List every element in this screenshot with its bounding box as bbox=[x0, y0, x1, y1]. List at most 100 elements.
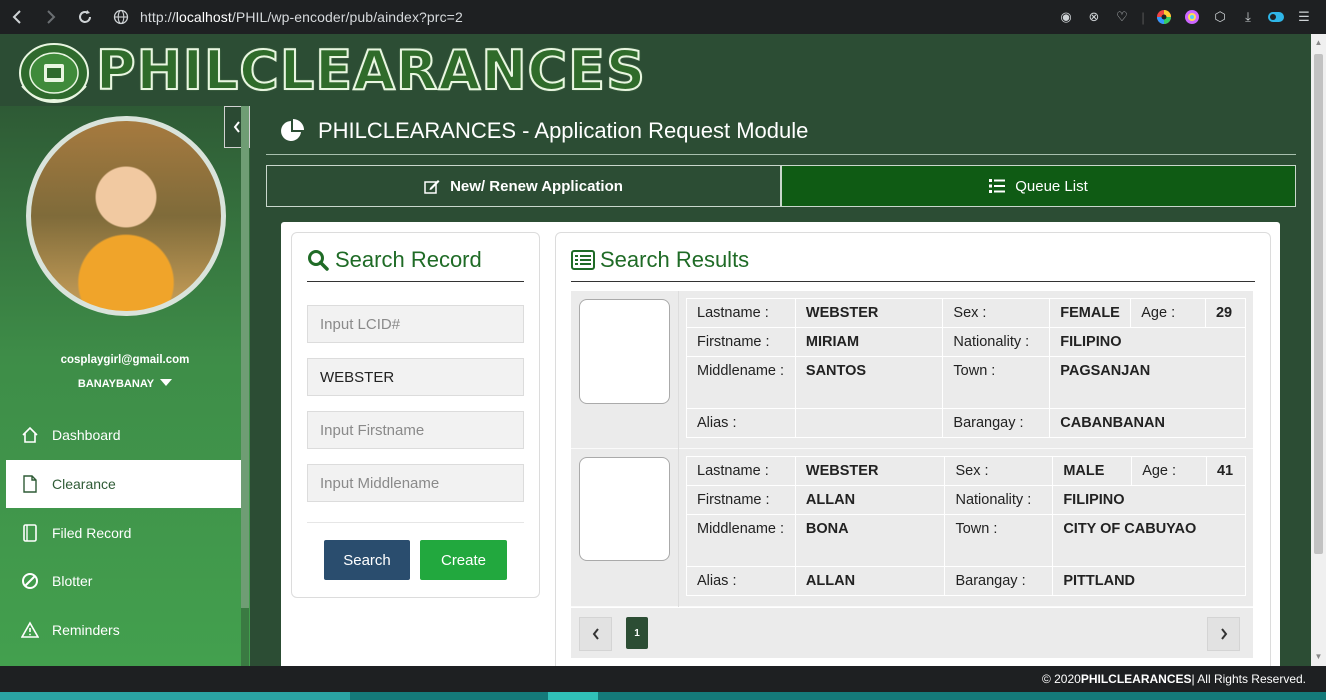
record-info-table: Lastname : WEBSTER Sex : FEMALE Age : 29… bbox=[686, 298, 1247, 438]
divider bbox=[266, 154, 1296, 155]
taskbar-segment bbox=[548, 692, 598, 700]
sidebar-scrollbar[interactable] bbox=[241, 106, 249, 666]
nationality-value: FILIPINO bbox=[1049, 327, 1246, 357]
middlename-label: Middlename : bbox=[686, 356, 796, 409]
footer-prefix: © 2020 bbox=[1041, 672, 1081, 686]
forward-icon[interactable] bbox=[34, 0, 68, 34]
alias-value bbox=[794, 408, 944, 438]
middlename-value: BONA bbox=[794, 514, 946, 567]
page-number-button[interactable]: 1 bbox=[626, 617, 648, 649]
barangay-value: PITTLAND bbox=[1052, 566, 1246, 596]
nationality-value: FILIPINO bbox=[1052, 485, 1246, 515]
sidebar-item-clearance[interactable]: Clearance bbox=[6, 460, 242, 508]
lastname-input[interactable]: WEBSTER bbox=[307, 358, 524, 396]
heart-icon[interactable]: ♡ bbox=[1114, 9, 1130, 25]
firstname-label: Firstname : bbox=[686, 327, 796, 357]
scrollbar-thumb[interactable] bbox=[1314, 54, 1323, 554]
age-label: Age : bbox=[1131, 456, 1207, 486]
sidebar-item-label: Clearance bbox=[52, 476, 116, 492]
alias-label: Alias : bbox=[686, 566, 796, 596]
tab-label: Queue List bbox=[1015, 177, 1088, 195]
footer: © 2020 PHILCLEARANCES | All Rights Reser… bbox=[0, 666, 1326, 692]
sidebar-item-blotter[interactable]: Blotter bbox=[6, 557, 242, 605]
user-menu[interactable]: BANAYBANAY bbox=[0, 378, 250, 390]
tab-new-renew-application[interactable]: New/ Renew Application bbox=[266, 165, 781, 207]
menu-icon[interactable]: ☰ bbox=[1296, 9, 1312, 25]
chevron-left-icon bbox=[592, 628, 599, 640]
sidebar-scrollbar-thumb[interactable] bbox=[241, 106, 249, 608]
main-content: PHILCLEARANCES - Application Request Mod… bbox=[250, 106, 1311, 692]
sidebar-item-label: Reminders bbox=[52, 622, 120, 638]
barangay-label: Barangay : bbox=[942, 408, 1051, 438]
shield-icon[interactable]: ⊗ bbox=[1086, 9, 1102, 25]
age-value: 41 bbox=[1205, 456, 1247, 486]
username: BANAYBANAY bbox=[77, 378, 155, 390]
tab-queue-list[interactable]: Queue List bbox=[781, 165, 1296, 207]
lastname-label: Lastname : bbox=[686, 456, 796, 486]
search-button[interactable]: Search bbox=[324, 540, 410, 580]
town-label: Town : bbox=[942, 356, 1051, 409]
book-icon bbox=[20, 523, 40, 543]
town-label: Town : bbox=[944, 514, 1054, 567]
footer-suffix: | All Rights Reserved. bbox=[1191, 672, 1307, 686]
sex-value: FEMALE bbox=[1049, 298, 1132, 328]
scroll-up-icon[interactable]: ▲ bbox=[1314, 38, 1323, 48]
divider bbox=[571, 281, 1255, 282]
page-title-row: PHILCLEARANCES - Application Request Mod… bbox=[280, 118, 808, 144]
palette-icon[interactable] bbox=[1184, 9, 1200, 25]
age-label: Age : bbox=[1130, 298, 1206, 328]
sex-value: MALE bbox=[1052, 456, 1133, 486]
divider bbox=[307, 522, 524, 523]
alias-value: ALLAN bbox=[794, 566, 946, 596]
divider bbox=[307, 281, 524, 282]
middlename-input[interactable]: Input Middlename bbox=[307, 464, 524, 502]
tab-label: New/ Renew Application bbox=[450, 177, 623, 195]
town-value: CITY OF CABUYAO bbox=[1052, 514, 1246, 567]
firstname-input[interactable]: Input Firstname bbox=[307, 411, 524, 449]
barangay-label: Barangay : bbox=[944, 566, 1054, 596]
lastname-label: Lastname : bbox=[686, 298, 796, 328]
seal-logo-icon bbox=[16, 42, 92, 104]
create-button[interactable]: Create bbox=[420, 540, 507, 580]
footer-brand: PHILCLEARANCES bbox=[1080, 672, 1192, 686]
nationality-label: Nationality : bbox=[944, 485, 1054, 515]
address-bar[interactable]: http://localhost/PHIL/wp-encoder/pub/ain… bbox=[140, 9, 463, 25]
back-icon[interactable] bbox=[0, 0, 34, 34]
sex-label: Sex : bbox=[944, 456, 1054, 486]
color-wheel-icon[interactable] bbox=[1156, 9, 1172, 25]
lastname-value: WEBSTER bbox=[794, 456, 946, 486]
card-title-text: Search Record bbox=[335, 247, 482, 272]
alias-label: Alias : bbox=[686, 408, 796, 438]
person-photo bbox=[579, 299, 670, 404]
search-icon bbox=[308, 250, 329, 271]
nationality-label: Nationality : bbox=[942, 327, 1051, 357]
page-scrollbar[interactable]: ▲ ▼ bbox=[1311, 34, 1326, 666]
toggle-icon[interactable] bbox=[1268, 9, 1284, 25]
separator: | bbox=[1141, 9, 1145, 25]
result-row[interactable]: Lastname : WEBSTER Sex : FEMALE Age : 29… bbox=[571, 291, 1253, 449]
lcid-input[interactable]: Input LCID# bbox=[307, 305, 524, 343]
prev-page-button[interactable] bbox=[579, 617, 612, 651]
scroll-down-icon[interactable]: ▼ bbox=[1314, 652, 1323, 662]
reload-icon[interactable] bbox=[68, 0, 102, 34]
download-icon[interactable]: ⤓ bbox=[1240, 9, 1256, 25]
sidebar-item-filed-record[interactable]: Filed Record bbox=[6, 509, 242, 557]
middlename-label: Middlename : bbox=[686, 514, 796, 567]
next-page-button[interactable] bbox=[1207, 617, 1240, 651]
camera-icon[interactable]: ◉ bbox=[1058, 9, 1074, 25]
list-alt-icon bbox=[571, 250, 595, 270]
sidebar-item-reminders[interactable]: Reminders bbox=[6, 606, 242, 654]
card-title-text: Search Results bbox=[600, 247, 750, 272]
firstname-value: ALLAN bbox=[794, 485, 946, 515]
lastname-value: WEBSTER bbox=[794, 298, 944, 328]
pagination: 1 bbox=[571, 608, 1253, 658]
warning-icon bbox=[20, 620, 40, 640]
firstname-value: MIRIAM bbox=[794, 327, 944, 357]
sidebar-item-dashboard[interactable]: Dashboard bbox=[6, 411, 242, 459]
cube-icon[interactable]: ⬡ bbox=[1212, 9, 1228, 25]
result-row[interactable]: Lastname : WEBSTER Sex : MALE Age : 41 F… bbox=[571, 449, 1253, 607]
caret-down-icon bbox=[160, 379, 173, 386]
site-header: PHILCLEARANCES bbox=[0, 34, 1311, 106]
edit-icon bbox=[424, 179, 440, 194]
sex-label: Sex : bbox=[942, 298, 1051, 328]
